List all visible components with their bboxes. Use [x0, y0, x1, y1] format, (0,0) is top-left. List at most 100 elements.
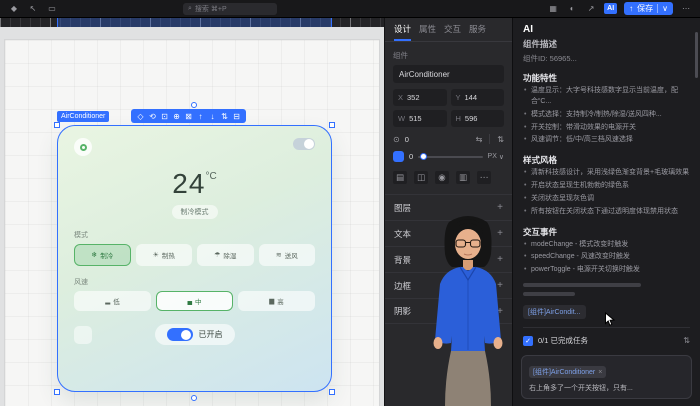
- slider-handle[interactable]: [420, 153, 427, 160]
- tab-services[interactable]: 服务: [469, 18, 486, 41]
- chip-label: [组件]AirConditioner: [533, 367, 595, 377]
- tab-attributes[interactable]: 属性: [419, 18, 436, 41]
- tab-interaction[interactable]: 交互: [444, 18, 461, 41]
- radius-slider[interactable]: [418, 156, 482, 158]
- align-icon[interactable]: ◇: [135, 112, 146, 121]
- mode-status-badge: 制冷模式: [172, 205, 218, 219]
- card-corner-toggle[interactable]: [293, 138, 315, 150]
- speed-button-low[interactable]: ▂ 低: [74, 291, 151, 311]
- features-title: 功能特性: [523, 72, 690, 84]
- scrollbar-thumb[interactable]: [695, 32, 698, 78]
- width-field[interactable]: W 515: [393, 110, 447, 127]
- selection-frame-label[interactable]: AirConditioner: [57, 111, 109, 122]
- ruler-selection-range: [57, 18, 332, 27]
- reorder-icon[interactable]: ⇅: [219, 112, 230, 121]
- arrow-down-icon[interactable]: ↓: [207, 112, 218, 121]
- chevron-down-icon[interactable]: ∨: [662, 4, 668, 13]
- presenter-figure: [420, 210, 516, 406]
- mode-button-label: 制冷: [100, 250, 113, 260]
- y-field[interactable]: Y 144: [451, 89, 505, 106]
- unit-dropdown[interactable]: PX ∨: [488, 153, 504, 161]
- duplicate-icon[interactable]: ⊡: [159, 112, 170, 121]
- component-reference-chip[interactable]: [组件]AirCondit...: [523, 305, 586, 319]
- position-size-grid: X 352 Y 144 W 515 H 596: [393, 89, 504, 127]
- expand-icon[interactable]: ⇅: [683, 336, 690, 345]
- component-name-input[interactable]: AirConditioner: [393, 65, 504, 83]
- resize-handle-bottom[interactable]: [191, 395, 197, 401]
- style-item: 清新科技感设计，采用浅绿色渐变背景+毛玻璃效果: [523, 168, 690, 179]
- delete-icon[interactable]: ⊟: [231, 112, 242, 121]
- blend-icon[interactable]: ◉: [435, 171, 449, 184]
- resize-handle-top[interactable]: [191, 102, 197, 108]
- more-icon[interactable]: ⋯: [680, 3, 692, 15]
- power-row: 已开启: [74, 324, 315, 345]
- ai-assistant-button[interactable]: AI: [604, 3, 617, 14]
- section-label: 图层: [394, 202, 411, 214]
- component-icon[interactable]: ⊠: [183, 112, 194, 121]
- mode-button-cool[interactable]: ❄ 制冷: [74, 244, 131, 266]
- task-status-text: 0/1 已完成任务: [538, 335, 588, 346]
- grid-view-icon[interactable]: ▦: [547, 3, 559, 15]
- save-button[interactable]: ↑ 保存 ∨: [624, 2, 673, 15]
- power-status-icon[interactable]: [74, 138, 92, 156]
- save-label: 保存: [637, 3, 653, 14]
- digital-human-video[interactable]: [420, 210, 516, 406]
- resize-handle-ne[interactable]: [329, 122, 335, 128]
- search-input[interactable]: ⌕ 搜索 ⌘+P: [183, 3, 277, 15]
- speed-low-icon: ▂: [105, 297, 110, 305]
- close-icon[interactable]: ×: [598, 369, 602, 376]
- effects-icon-row: ▤ ◫ ◉ ▥ ⋯: [393, 171, 504, 184]
- radius-value[interactable]: 0: [409, 152, 413, 161]
- upload-icon: ↑: [629, 4, 633, 13]
- move-tool-icon[interactable]: ↖: [27, 3, 39, 15]
- flip-vertical-icon[interactable]: ⇅: [497, 135, 504, 144]
- feature-item: 开关控制：带滑动效果的电源开关: [523, 123, 690, 134]
- more-icon[interactable]: ⋯: [477, 171, 491, 184]
- resize-handle-nw[interactable]: [54, 122, 60, 128]
- airconditioner-card[interactable]: 24°C 制冷模式 模式 ❄ 制冷 ☀ 制热 ☂ 除湿 ≋: [57, 125, 332, 392]
- arrow-up-icon[interactable]: ↑: [195, 112, 206, 121]
- power-toggle[interactable]: [167, 328, 193, 341]
- share-icon[interactable]: ↗: [585, 3, 597, 15]
- speed-button-high[interactable]: ▆ 高: [238, 291, 315, 311]
- input-component-chip[interactable]: [组件]AirConditioner ×: [529, 366, 606, 378]
- mode-button-heat[interactable]: ☀ 制热: [136, 244, 193, 266]
- flip-horizontal-icon[interactable]: ⇆: [476, 135, 483, 144]
- frame-tool-icon[interactable]: ▭: [46, 3, 58, 15]
- power-toggle-pill[interactable]: 已开启: [155, 324, 235, 345]
- logo-icon: ◆: [8, 3, 20, 15]
- x-field[interactable]: X 352: [393, 89, 447, 106]
- mode-button-dry[interactable]: ☂ 除湿: [197, 244, 254, 266]
- style-item: 开启状态呈现生机勃勃的绿色系: [523, 181, 690, 192]
- power-label: 已开启: [199, 329, 223, 340]
- canvas[interactable]: AirConditioner ◇ ⟲ ⊡ ⊕ ⊠ ↑ ↓ ⇅ ⊟ 24°C 制冷…: [0, 18, 384, 406]
- w-value: 515: [409, 114, 422, 123]
- card-corner-chip: [74, 326, 92, 344]
- add-icon[interactable]: ⊕: [171, 112, 182, 121]
- layout-grid-icon[interactable]: ▤: [393, 171, 407, 184]
- corner-radius-icon[interactable]: [393, 151, 404, 162]
- height-field[interactable]: H 596: [451, 110, 505, 127]
- divider: [489, 134, 490, 144]
- mode-button-fan[interactable]: ≋ 送风: [259, 244, 316, 266]
- rotation-value[interactable]: 0: [405, 135, 409, 144]
- section-label: 文本: [394, 228, 411, 240]
- theme-icon[interactable]: ◐: [566, 3, 578, 15]
- h-label: H: [456, 114, 461, 123]
- event-item: powerToggle - 电源开关切换时触发: [523, 265, 690, 276]
- speed-button-mid[interactable]: ▄ 中: [156, 291, 233, 311]
- resize-handle-se[interactable]: [329, 389, 335, 395]
- tab-design[interactable]: 设计: [394, 18, 411, 41]
- mode-button-row: ❄ 制冷 ☀ 制热 ☂ 除湿 ≋ 送风: [74, 244, 315, 266]
- ai-chat-input[interactable]: [组件]AirConditioner × 右上角多了一个开关按钮，只有...: [521, 355, 692, 399]
- x-value: 352: [407, 93, 420, 102]
- section-label: 背景: [394, 254, 411, 266]
- resize-handle-sw[interactable]: [54, 389, 60, 395]
- rotate-icon[interactable]: ⟲: [147, 112, 158, 121]
- columns-icon[interactable]: ◫: [414, 171, 428, 184]
- input-text: 右上角多了一个开关按钮，只有...: [529, 383, 684, 393]
- feature-item: 模式选择：支持制冷/制热/除湿/送风四种...: [523, 110, 690, 121]
- w-label: W: [398, 114, 405, 123]
- texture-icon[interactable]: ▥: [456, 171, 470, 184]
- mouse-cursor: [604, 312, 615, 332]
